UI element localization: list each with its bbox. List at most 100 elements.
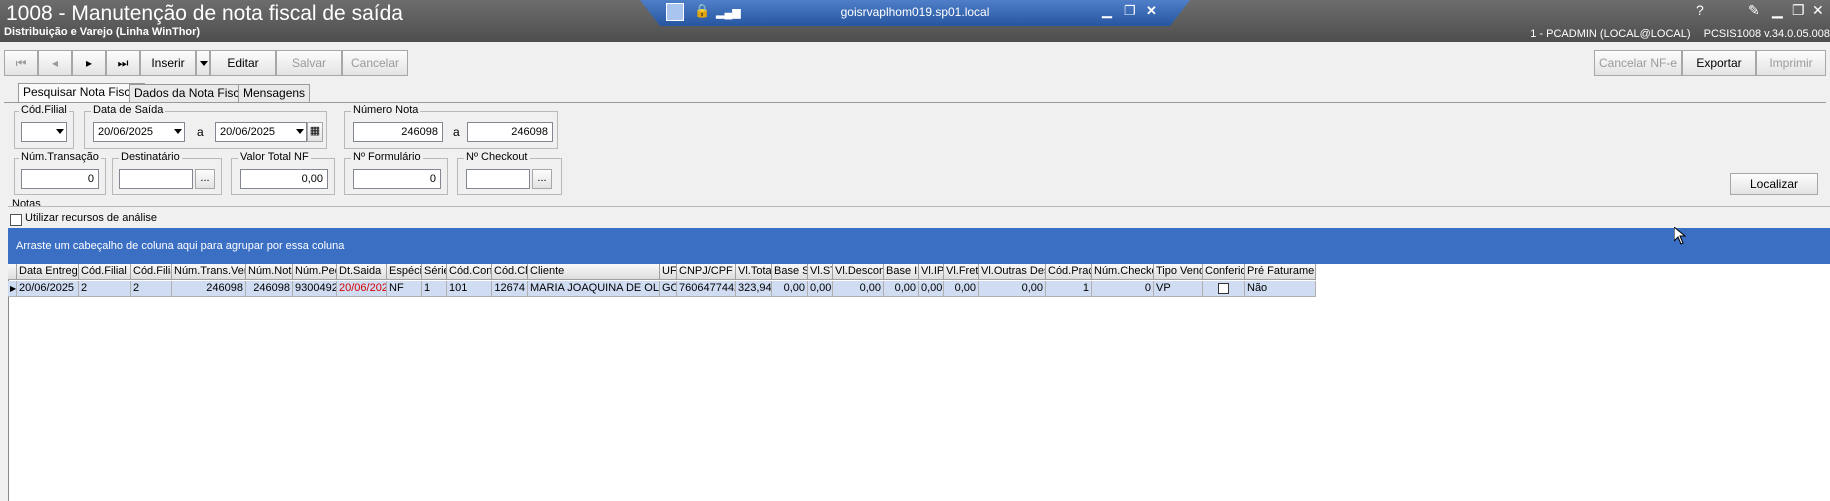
- calendar-clipboard-icon[interactable]: ▦: [307, 122, 323, 142]
- column-header[interactable]: Conferido: [1203, 264, 1245, 280]
- cod-filial-select[interactable]: [21, 122, 67, 142]
- editar-button[interactable]: Editar: [210, 50, 276, 76]
- column-header[interactable]: Vl.Desconto: [833, 264, 884, 280]
- table-cell[interactable]: 0,00: [808, 281, 833, 297]
- column-header[interactable]: Base IPI: [884, 264, 919, 280]
- close-icon[interactable]: ✕: [1146, 3, 1157, 19]
- checkout-label: Nº Checkout: [464, 151, 530, 163]
- table-cell[interactable]: 76064774428: [677, 281, 736, 297]
- checkout-input[interactable]: [466, 169, 530, 189]
- num-transacao-input[interactable]: 0: [21, 169, 99, 189]
- table-cell[interactable]: 1: [422, 281, 447, 297]
- table-cell[interactable]: 0,00: [919, 281, 944, 297]
- conferido-checkbox[interactable]: [1218, 283, 1229, 294]
- cod-filial-group: Cód.Filial: [14, 104, 74, 149]
- data-saida-from-input[interactable]: 20/06/2025: [93, 122, 185, 142]
- table-cell[interactable]: 246098: [246, 281, 293, 297]
- conferido-checkbox-cell[interactable]: [1203, 281, 1245, 297]
- destinatario-lookup-button[interactable]: ...: [195, 169, 215, 189]
- column-header[interactable]: Núm.Trans.Venda: [172, 264, 246, 280]
- table-cell[interactable]: 0,00: [944, 281, 979, 297]
- column-header[interactable]: Vl.Outras Desp.: [979, 264, 1046, 280]
- table-cell[interactable]: 20/06/2025: [17, 281, 79, 297]
- checkout-lookup-button[interactable]: ...: [532, 169, 552, 189]
- edit-window-icon[interactable]: ✎: [1748, 2, 1760, 19]
- column-header[interactable]: Espécie: [387, 264, 422, 280]
- column-header[interactable]: Vl.IPI: [919, 264, 944, 280]
- grid-indicator-header[interactable]: [8, 264, 17, 280]
- close-window-icon[interactable]: ✕: [1812, 2, 1824, 19]
- table-cell[interactable]: 0,00: [884, 281, 919, 297]
- table-cell[interactable]: 323,94: [736, 281, 772, 297]
- tab-pesquisar-nota-fiscal[interactable]: Pesquisar Nota Fiscal: [18, 83, 145, 103]
- table-cell[interactable]: GO: [660, 281, 677, 297]
- inserir-button[interactable]: Inserir: [140, 50, 196, 76]
- column-header[interactable]: Dt.Saida: [337, 264, 387, 280]
- minimize-icon[interactable]: ▁: [1102, 3, 1112, 19]
- table-cell[interactable]: Não: [1245, 281, 1316, 297]
- table-cell[interactable]: MARIA JOAQUINA DE OLIVEIRA: [528, 281, 660, 297]
- column-header[interactable]: Tipo Venda: [1154, 264, 1203, 280]
- maximize-window-icon[interactable]: ❐: [1792, 2, 1805, 19]
- column-header[interactable]: Cód.Filial NF: [79, 264, 131, 280]
- table-cell[interactable]: 0: [1092, 281, 1154, 297]
- column-header[interactable]: Núm.Ped.: [293, 264, 337, 280]
- cancelar-nfe-button[interactable]: Cancelar NF-e: [1594, 50, 1682, 76]
- numero-nota-from-input[interactable]: 246098: [353, 122, 443, 142]
- notas-divider: [8, 206, 1830, 207]
- tab-dados-da-nota-fiscal[interactable]: Dados da Nota Fiscal: [129, 84, 254, 102]
- column-header[interactable]: Vl.Frete: [944, 264, 979, 280]
- data-saida-to-input[interactable]: 20/06/2025: [215, 122, 307, 142]
- destinatario-input[interactable]: [119, 169, 193, 189]
- group-by-panel[interactable]: Arraste um cabeçalho de coluna aqui para…: [8, 228, 1830, 264]
- table-cell[interactable]: 2: [131, 281, 172, 297]
- chevron-down-icon: [174, 129, 182, 134]
- cancelar-button[interactable]: Cancelar: [342, 50, 408, 76]
- column-header[interactable]: CNPJ/CPF: [677, 264, 736, 280]
- column-header[interactable]: Núm.Nota: [246, 264, 293, 280]
- analise-checkbox-label: Utilizar recursos de análise: [25, 212, 158, 224]
- numero-nota-to-input[interactable]: 246098: [467, 122, 553, 142]
- table-cell[interactable]: 2: [79, 281, 131, 297]
- tab-mensagens[interactable]: Mensagens: [238, 84, 311, 102]
- help-icon[interactable]: ?: [1696, 2, 1704, 18]
- inserir-dropdown-button[interactable]: [196, 50, 210, 76]
- table-cell[interactable]: 93004921: [293, 281, 337, 297]
- table-cell[interactable]: 20/06/2025: [337, 281, 387, 297]
- analise-checkbox[interactable]: [10, 214, 22, 226]
- column-header[interactable]: Vl.Total: [736, 264, 772, 280]
- table-cell[interactable]: 101: [447, 281, 492, 297]
- exportar-button[interactable]: Exportar: [1682, 50, 1756, 76]
- column-header[interactable]: Vl.ST: [808, 264, 833, 280]
- column-header[interactable]: UF: [660, 264, 677, 280]
- table-cell[interactable]: 0,00: [772, 281, 808, 297]
- minimize-window-icon[interactable]: ▁: [1772, 2, 1783, 19]
- table-cell[interactable]: NF: [387, 281, 422, 297]
- table-cell[interactable]: 0,00: [833, 281, 884, 297]
- first-record-button[interactable]: ⏮: [4, 50, 38, 76]
- column-header[interactable]: Data Entrega: [17, 264, 79, 280]
- column-header[interactable]: Núm.Checkout: [1092, 264, 1154, 280]
- next-record-button[interactable]: ▸: [72, 50, 106, 76]
- column-header[interactable]: Pré Faturamento: [1245, 264, 1316, 280]
- table-cell[interactable]: VP: [1154, 281, 1203, 297]
- column-header[interactable]: Cód.Cont.: [447, 264, 492, 280]
- valor-total-input[interactable]: 0,00: [240, 169, 328, 189]
- column-header[interactable]: Cód.Filial: [131, 264, 172, 280]
- formulario-input[interactable]: 0: [353, 169, 441, 189]
- table-cell[interactable]: 12674: [492, 281, 528, 297]
- column-header[interactable]: Cliente: [528, 264, 660, 280]
- table-cell[interactable]: 246098: [172, 281, 246, 297]
- last-record-button[interactable]: ⏭: [106, 50, 140, 76]
- column-header[interactable]: Série: [422, 264, 447, 280]
- restore-icon[interactable]: ❐: [1124, 3, 1136, 19]
- column-header[interactable]: Base ST: [772, 264, 808, 280]
- imprimir-button[interactable]: Imprimir: [1756, 50, 1826, 76]
- table-cell[interactable]: 1: [1046, 281, 1092, 297]
- localizar-button[interactable]: Localizar: [1730, 173, 1818, 195]
- previous-record-button[interactable]: ◂: [38, 50, 72, 76]
- column-header[interactable]: Cód.Cli.: [492, 264, 528, 280]
- column-header[interactable]: Cód.Praça: [1046, 264, 1092, 280]
- table-cell[interactable]: 0,00: [979, 281, 1046, 297]
- salvar-button[interactable]: Salvar: [276, 50, 342, 76]
